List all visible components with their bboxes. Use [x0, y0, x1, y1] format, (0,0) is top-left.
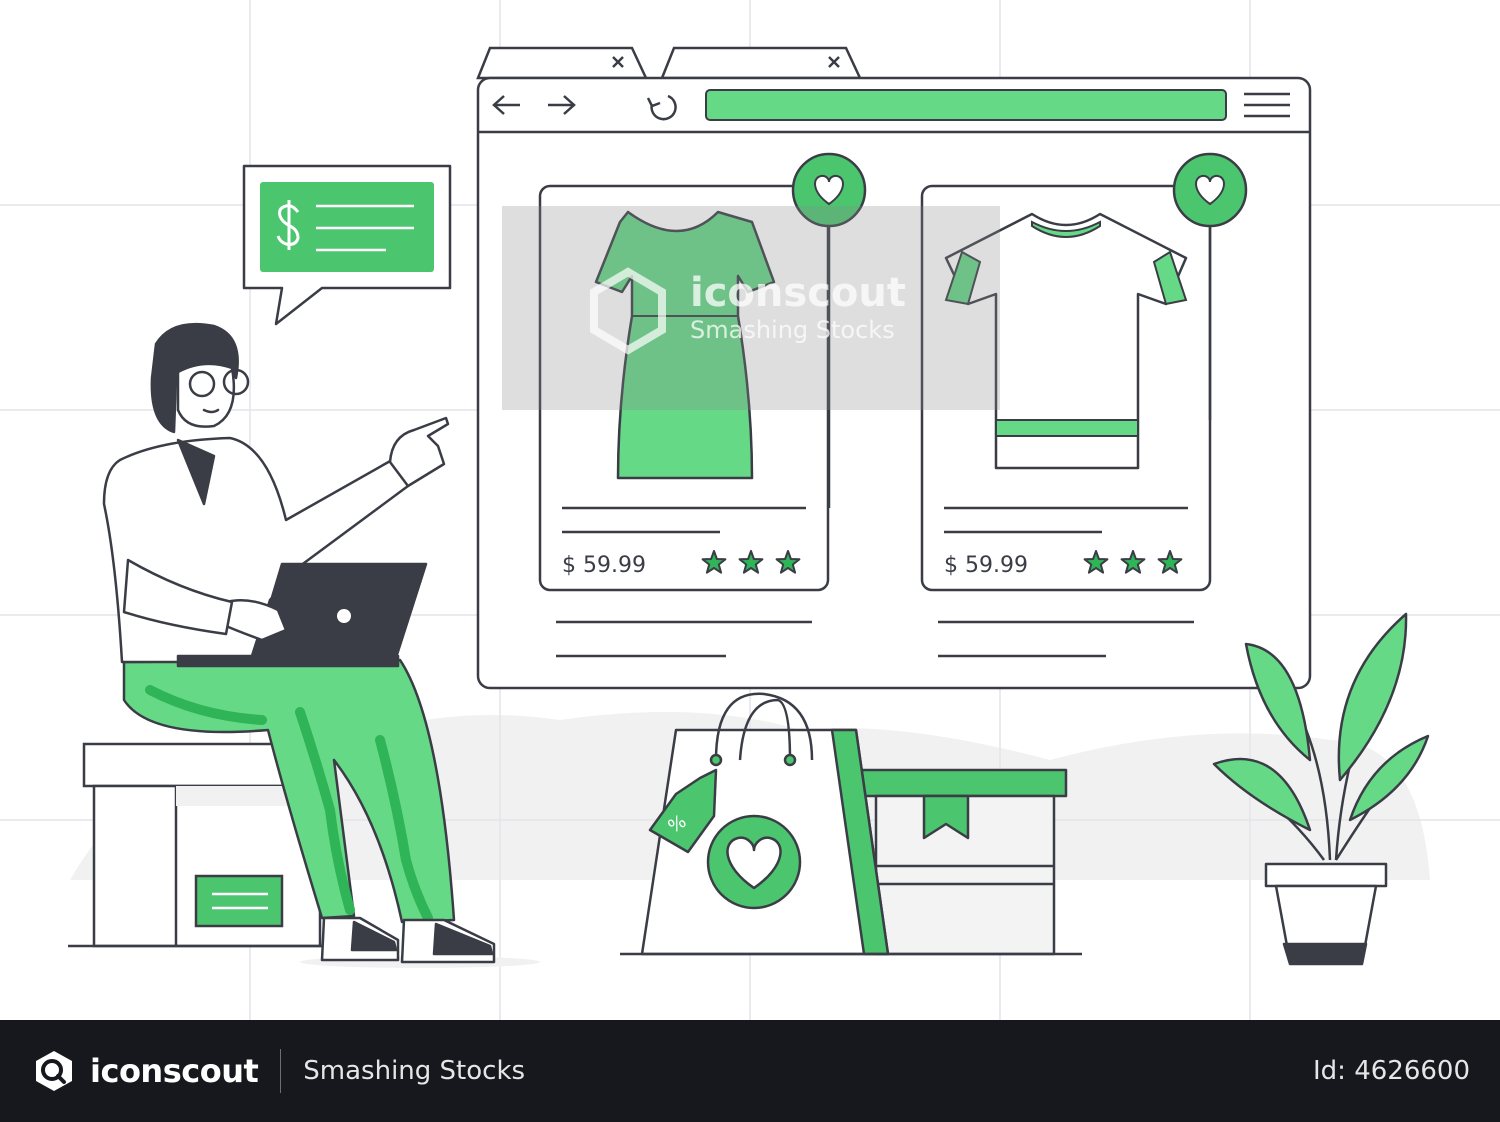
box-label: [194, 874, 284, 928]
address-bar[interactable]: [705, 89, 1227, 121]
footer-tagline: Smashing Stocks: [303, 1056, 526, 1086]
browser-tab-1[interactable]: [476, 46, 648, 80]
footer-brand-name: iconscout: [90, 1052, 259, 1090]
product-price: $ 59.99: [562, 553, 646, 578]
asset-id: Id: 4626600: [1313, 1056, 1470, 1086]
footer-brand[interactable]: iconscout: [30, 1047, 259, 1095]
browser-tab-2[interactable]: [660, 46, 862, 80]
footer-divider: [280, 1049, 282, 1093]
online-shopping-illustration: $ 59.99 $ 59.99 iconscout Smashing Stock…: [0, 0, 1500, 1020]
watermark-tagline: Smashing Stocks: [690, 316, 895, 344]
illustration-stage: $ 59.99 $ 59.99 iconscout Smashing Stock…: [0, 0, 1500, 1122]
footer-bar: iconscout Smashing Stocks Id: 4626600: [0, 1020, 1500, 1122]
product-price: $ 59.99: [944, 553, 1028, 578]
watermark-brand: iconscout: [690, 270, 906, 316]
payment-chat-bubble: [242, 164, 452, 326]
iconscout-logo-icon: [36, 1051, 72, 1091]
iconscout-watermark: iconscout Smashing Stocks: [502, 206, 1000, 410]
shopping-bag: %: [620, 692, 1082, 956]
